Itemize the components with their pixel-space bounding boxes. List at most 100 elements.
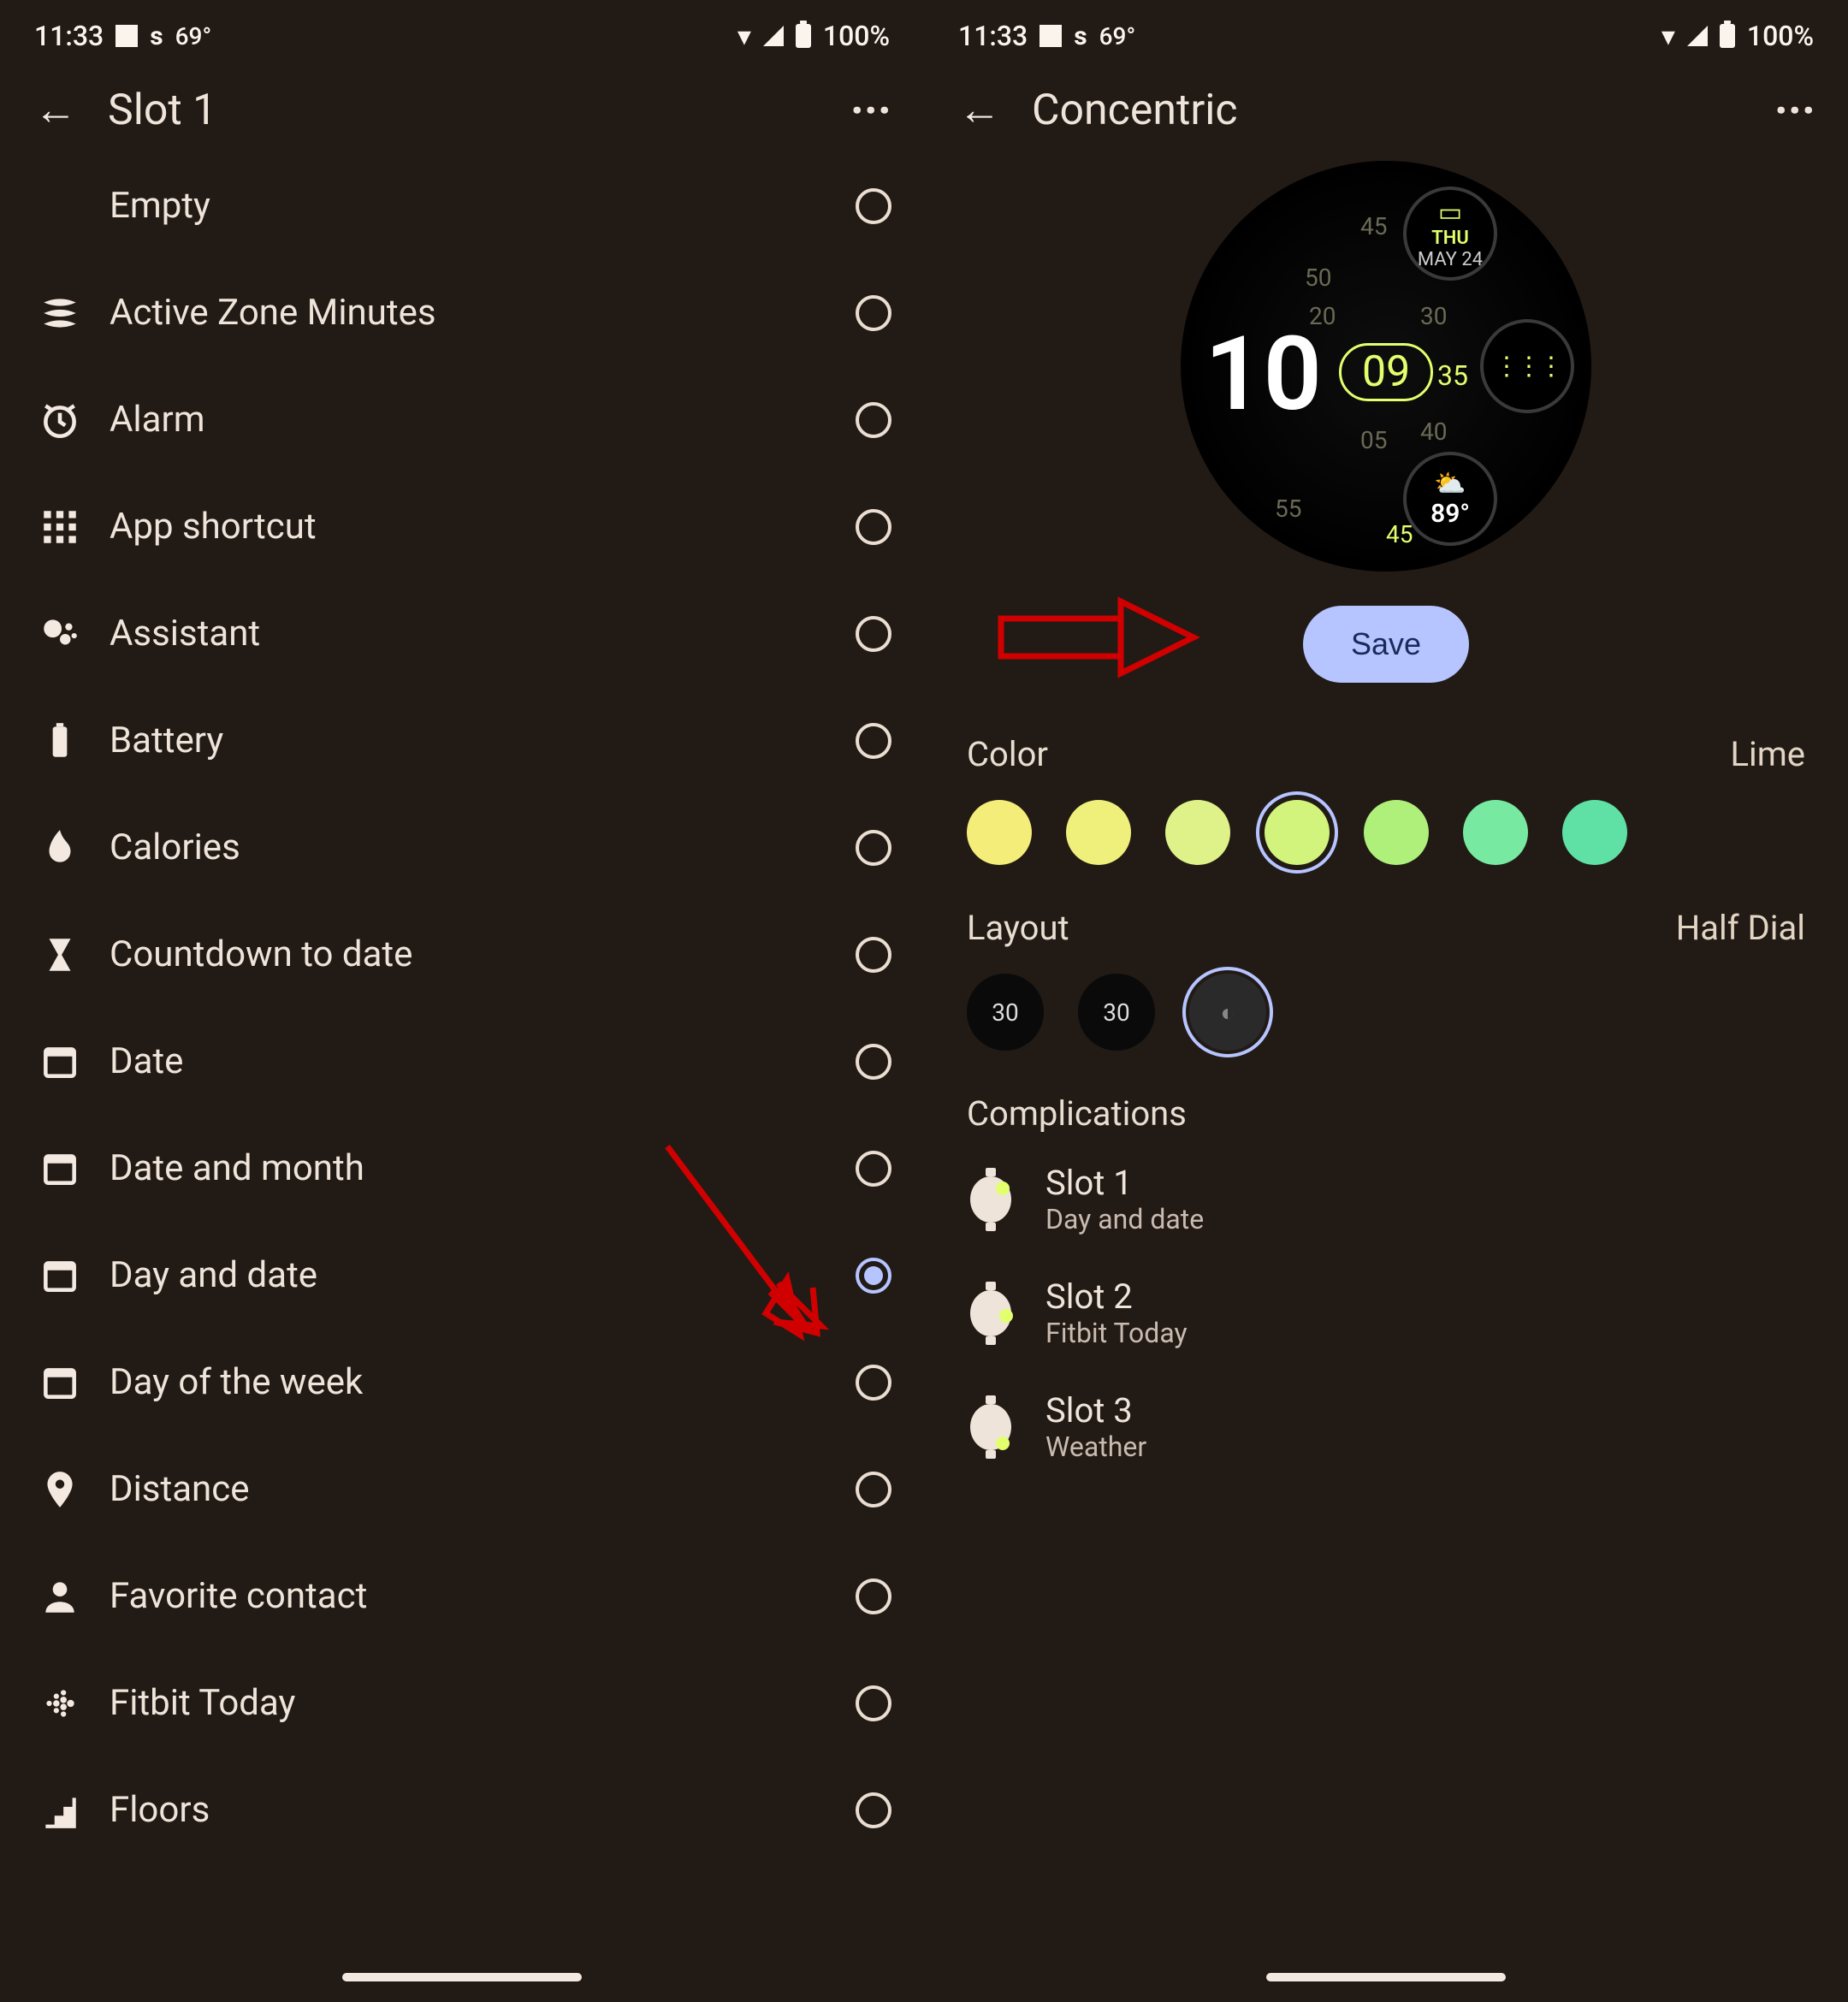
preview-tick: 45	[1386, 520, 1413, 548]
status-left: 11:33 s 69°	[958, 20, 1135, 52]
save-button[interactable]: Save	[1303, 606, 1469, 683]
complication-slot-title: Slot 2	[1045, 1276, 1188, 1317]
complication-slot-row[interactable]: Slot 3Weather	[924, 1370, 1848, 1484]
layout-value: Half Dial	[1676, 908, 1805, 948]
option-row-alarm[interactable]: Alarm	[26, 366, 891, 473]
status-temperature: 69°	[175, 22, 212, 50]
status-s-indicator: s	[1074, 21, 1087, 51]
option-row-battery[interactable]: Battery	[26, 687, 891, 794]
color-swatch[interactable]	[967, 800, 1032, 865]
radio-button[interactable]	[856, 937, 891, 973]
layout-option[interactable]: ◐	[1189, 974, 1266, 1051]
option-row-favorite-contact[interactable]: Favorite contact	[26, 1543, 891, 1650]
color-swatch[interactable]	[1364, 800, 1429, 865]
annotation-arrow-save	[992, 589, 1215, 695]
option-row-empty[interactable]: Empty	[26, 152, 891, 259]
preview-tick: 30	[1420, 302, 1447, 330]
preview-comp-top-line2: MAY 24	[1418, 249, 1483, 270]
status-right: ▾ 100%	[737, 20, 890, 52]
preview-tick: 20	[1309, 302, 1336, 330]
option-label: Alarm	[94, 399, 856, 441]
nav-bar[interactable]	[342, 1973, 582, 1981]
radio-button[interactable]	[856, 830, 891, 866]
complications-label: Complications	[924, 1068, 1848, 1142]
nav-bar[interactable]	[1266, 1973, 1506, 1981]
color-swatch[interactable]	[1066, 800, 1131, 865]
app-bar-left: ← Slot 1 •••	[0, 60, 924, 152]
preview-complication-middle: ⋮⋮⋮	[1480, 319, 1574, 413]
option-label: Empty	[94, 185, 856, 227]
preview-tick: 55	[1275, 495, 1301, 523]
option-row-fitbit-today[interactable]: Fitbit Today	[26, 1650, 891, 1756]
complication-slot-row[interactable]: Slot 1Day and date	[924, 1142, 1848, 1256]
option-label: Calories	[94, 826, 856, 868]
radio-button[interactable]	[856, 1472, 891, 1507]
radio-button[interactable]	[856, 295, 891, 331]
date-icon	[26, 1040, 94, 1083]
preview-tick: 05	[1360, 426, 1387, 454]
signal-icon	[1687, 26, 1708, 46]
battery-percent: 100%	[823, 20, 890, 52]
radio-button[interactable]	[856, 723, 891, 759]
preview-tick: 50	[1305, 264, 1331, 292]
status-s-indicator: s	[150, 21, 163, 51]
fitbit-icon	[26, 1682, 94, 1725]
radio-button[interactable]	[856, 616, 891, 652]
color-swatches	[924, 783, 1848, 882]
complication-slot-title: Slot 3	[1045, 1390, 1146, 1430]
radio-button[interactable]	[856, 1685, 891, 1721]
back-button[interactable]: ←	[958, 89, 1001, 132]
option-label: App shortcut	[94, 506, 856, 548]
radio-button[interactable]	[856, 402, 891, 438]
radio-button[interactable]	[856, 1044, 891, 1080]
radio-button[interactable]	[856, 1578, 891, 1614]
overflow-menu-button[interactable]: •••	[849, 101, 890, 120]
option-row-date[interactable]: Date	[26, 1008, 891, 1115]
option-label: Day of the week	[94, 1361, 856, 1403]
color-swatch[interactable]	[1265, 800, 1330, 865]
option-row-active-zone-minutes[interactable]: Active Zone Minutes	[26, 259, 891, 366]
complication-option-list[interactable]: Empty Active Zone Minutes Alarm App shortcu…	[0, 152, 924, 1863]
complication-slot-row[interactable]: Slot 2Fitbit Today	[924, 1256, 1848, 1370]
watch-slot-icon	[967, 1397, 1015, 1457]
option-label: Active Zone Minutes	[94, 292, 856, 334]
page-title: Slot 1	[108, 86, 216, 135]
color-swatch[interactable]	[1562, 800, 1627, 865]
color-swatch[interactable]	[1165, 800, 1230, 865]
layout-option[interactable]: 30	[1078, 974, 1155, 1051]
option-row-calories[interactable]: Calories	[26, 794, 891, 901]
preview-comp-top-line1: THU	[1431, 228, 1469, 249]
layout-option[interactable]: 30	[967, 974, 1044, 1051]
option-row-distance[interactable]: Distance	[26, 1436, 891, 1543]
layout-section-header: Layout Half Dial	[924, 882, 1848, 957]
option-row-countdown-to-date[interactable]: Countdown to date	[26, 901, 891, 1008]
watch-slot-icon	[967, 1170, 1015, 1229]
color-swatch[interactable]	[1463, 800, 1528, 865]
radio-button[interactable]	[856, 1151, 891, 1187]
option-row-app-shortcut[interactable]: App shortcut	[26, 473, 891, 580]
option-label: Distance	[94, 1468, 856, 1510]
option-row-floors[interactable]: Floors	[26, 1756, 891, 1863]
signal-icon	[763, 26, 784, 46]
weather-icon: ⛅	[1434, 469, 1466, 499]
overflow-menu-button[interactable]: •••	[1773, 101, 1814, 120]
battery-icon	[796, 24, 811, 48]
option-label: Favorite contact	[94, 1575, 856, 1617]
layout-options: 30 30 ◐	[924, 957, 1848, 1068]
radio-button[interactable]	[856, 1365, 891, 1401]
status-app-icon	[116, 25, 138, 47]
complication-slot-subtitle: Weather	[1045, 1430, 1146, 1463]
preview-complication-bottom: ⛅ 89°	[1403, 452, 1497, 546]
option-label: Date	[94, 1040, 856, 1082]
radio-button[interactable]	[856, 1258, 891, 1294]
back-button[interactable]: ←	[34, 89, 77, 132]
radio-button[interactable]	[856, 509, 891, 545]
app-bar-right: ← Concentric •••	[924, 60, 1848, 152]
option-row-assistant[interactable]: Assistant	[26, 580, 891, 687]
radio-button[interactable]	[856, 1792, 891, 1828]
radio-button[interactable]	[856, 188, 891, 224]
status-bar: 11:33 s 69° ▾ 100%	[924, 0, 1848, 60]
page-title: Concentric	[1032, 86, 1238, 135]
left-pane: 11:33 s 69° ▾ 100% ← Slot 1 ••• EmptyAct…	[0, 0, 924, 2002]
preview-complication-top: ▭ THU MAY 24	[1403, 187, 1497, 281]
